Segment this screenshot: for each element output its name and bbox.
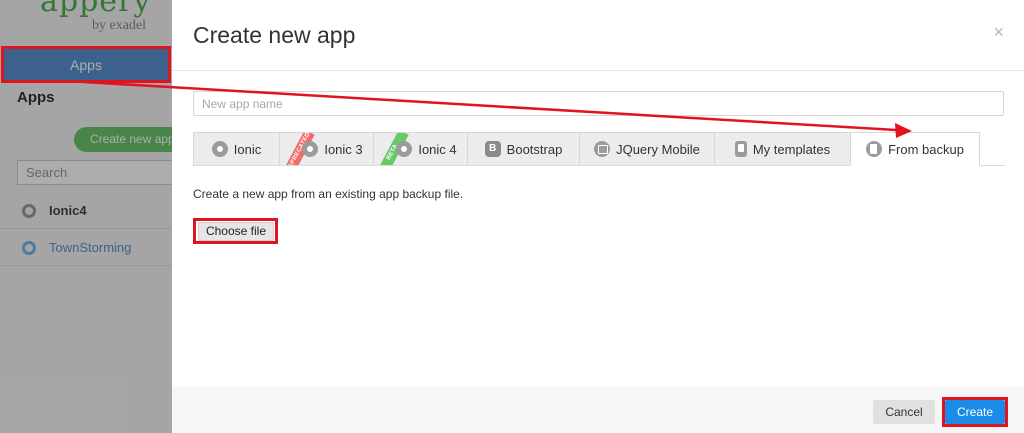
callout-highlight-apps (1, 46, 171, 83)
tab-bootstrap[interactable]: B Bootstrap (467, 132, 580, 166)
dialog-title: Create new app (193, 22, 356, 48)
tab-my-templates[interactable]: My templates (714, 132, 851, 166)
tab-label: From backup (888, 141, 964, 157)
ionic-icon (211, 141, 228, 157)
divider (172, 70, 1024, 71)
tab-jquery-mobile[interactable]: JQuery Mobile (579, 132, 715, 166)
ionic-icon (302, 141, 319, 157)
tab-ionic-4[interactable]: BETA Ionic 4 (373, 132, 468, 166)
tab-label: Bootstrap (506, 141, 563, 157)
app-name-input[interactable] (193, 91, 1004, 116)
ionic-icon (396, 141, 413, 157)
callout-highlight-create (942, 397, 1008, 427)
callout-highlight-choose-file (193, 218, 278, 244)
tab-label: JQuery Mobile (616, 141, 700, 157)
phone-icon (734, 141, 747, 157)
bootstrap-icon: B (484, 141, 501, 157)
jquery-mobile-icon (594, 141, 611, 157)
tab-label: Ionic 4 (418, 141, 457, 157)
backup-file-icon (866, 141, 883, 157)
create-app-dialog: Create new app × Ionic DEPRECATED Ionic … (172, 0, 1024, 433)
tab-label: Ionic 3 (324, 141, 363, 157)
tab-label: Ionic (233, 141, 262, 157)
cancel-button[interactable]: Cancel (873, 400, 935, 424)
backup-description: Create a new app from an existing app ba… (193, 187, 464, 201)
tab-ionic[interactable]: Ionic (193, 132, 280, 166)
tab-ionic-3[interactable]: DEPRECATED Ionic 3 (279, 132, 374, 166)
tab-from-backup[interactable]: From backup (850, 132, 980, 166)
template-tabs: Ionic DEPRECATED Ionic 3 BETA Ionic 4 B … (193, 132, 980, 166)
close-icon[interactable]: × (993, 22, 1004, 43)
tab-label: My templates (752, 141, 831, 157)
